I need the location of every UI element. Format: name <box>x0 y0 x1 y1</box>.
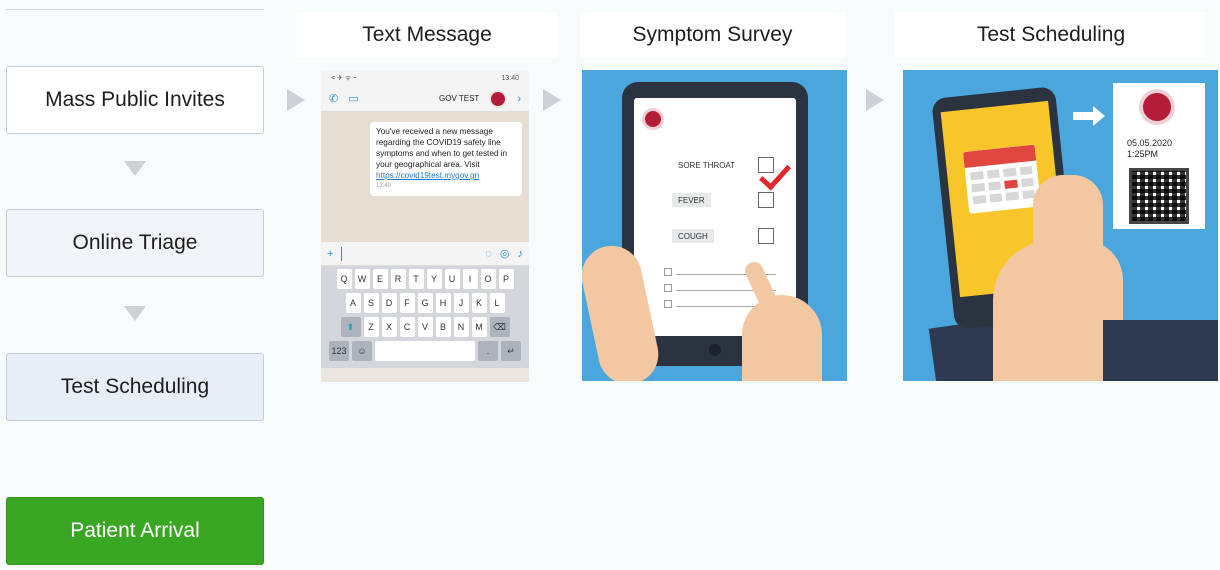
chat-area: You've received a new message regarding … <box>321 112 529 242</box>
home-button-icon <box>709 344 721 356</box>
message-link: https://covid19test.mygov.gn <box>376 171 480 180</box>
test-scheduling-illustration: 05.05.2020 1:25PM <box>903 70 1218 381</box>
symptom-survey-illustration: SORE THROAT FEVER COUGH <box>582 70 847 381</box>
step-label: Mass Public Invites <box>45 88 225 111</box>
step-label: Patient Arrival <box>70 519 200 542</box>
sleeve <box>1103 320 1218 381</box>
appointment-datetime: 05.05.2020 1:25PM <box>1127 138 1172 160</box>
keyboard-row-4: 123 ☺ . ↵ <box>324 341 526 361</box>
microphone-icon: ♪ <box>517 247 524 260</box>
emoji-key-icon: ☺ <box>352 341 372 361</box>
key: R <box>390 269 406 289</box>
phone-status-bar: < ✈ ᯤ ⁃ 13:40 <box>321 70 529 86</box>
key: E <box>372 269 388 289</box>
key: H <box>435 293 451 313</box>
key: P <box>498 269 514 289</box>
checkbox-icon <box>664 268 672 276</box>
camera-icon: ◎ <box>499 248 510 260</box>
key: V <box>417 317 433 337</box>
keyboard-row-2: A S D F G H J K L <box>324 293 526 313</box>
key: W <box>354 269 370 289</box>
survey-item-sore-throat: SORE THROAT <box>678 160 736 170</box>
step-label: Online Triage <box>72 231 198 254</box>
down-arrow-icon <box>124 161 146 176</box>
arrow-right-icon <box>1073 112 1095 120</box>
appointment-date: 05.05.2020 <box>1127 138 1173 148</box>
plus-icon: + <box>327 247 334 260</box>
calendar-icon <box>962 144 1042 214</box>
virus-logo-icon <box>642 108 664 130</box>
text-message-phone-screenshot: < ✈ ᯤ ⁃ 13:40 ✆ ▭ GOV TEST › You've rece… <box>321 70 529 382</box>
key: I <box>462 269 478 289</box>
key: Q <box>336 269 352 289</box>
column-title-text-message: Text Message <box>296 12 558 58</box>
step-test-scheduling: Test Scheduling <box>6 353 264 421</box>
sticker-icon: ◌ <box>485 247 492 260</box>
key: F <box>399 293 415 313</box>
key: G <box>417 293 433 313</box>
key: D <box>381 293 397 313</box>
appointment-time: 1:25PM <box>1127 149 1159 159</box>
chat-contact-name: GOV TEST <box>439 94 480 103</box>
numbers-key: 123 <box>329 341 349 361</box>
right-arrow-icon <box>866 89 884 111</box>
survey-item-fever: FEVER <box>672 193 711 207</box>
key: U <box>444 269 460 289</box>
checkbox-icon <box>664 300 672 308</box>
status-time: 13:40 <box>501 74 519 82</box>
return-key-icon: ↵ <box>501 341 521 361</box>
down-arrow-icon <box>124 306 146 321</box>
right-hand-icon <box>742 295 822 381</box>
message-text: You've received a new message regarding … <box>376 127 508 169</box>
chat-header: ✆ ▭ GOV TEST › <box>321 86 529 112</box>
step-label: Test Scheduling <box>60 375 210 398</box>
key: K <box>471 293 487 313</box>
key: O <box>480 269 496 289</box>
chevron-right-icon: › <box>517 92 521 105</box>
key: A <box>345 293 361 313</box>
qr-code-icon <box>1129 168 1189 224</box>
arrow-head-icon <box>1093 106 1105 126</box>
checkbox-icon <box>664 284 672 292</box>
checkbox-icon <box>758 192 774 208</box>
shift-key-icon: ⬆ <box>340 317 361 337</box>
survey-item-cough: COUGH <box>672 229 714 243</box>
step-online-triage: Online Triage <box>6 209 264 277</box>
right-arrow-icon <box>543 89 561 111</box>
key: L <box>489 293 505 313</box>
checkbox-icon <box>758 228 774 244</box>
key: X <box>381 317 397 337</box>
right-arrow-icon <box>287 89 305 111</box>
step-mass-public-invites: Mass Public Invites <box>6 66 264 134</box>
keyboard-row-3: ⬆ Z X C V B N M ⌫ <box>324 317 526 337</box>
message-bubble: You've received a new message regarding … <box>370 122 522 196</box>
key: M <box>471 317 487 337</box>
key: N <box>453 317 469 337</box>
step-patient-arrival: Patient Arrival <box>6 497 264 565</box>
backspace-key-icon: ⌫ <box>489 317 510 337</box>
message-input-bar: + ◌ ◎ ♪ <box>321 242 529 266</box>
key: Z <box>363 317 379 337</box>
message-time: 13:40 <box>376 183 392 189</box>
phone-call-icon: ✆ <box>329 93 339 105</box>
key: C <box>399 317 415 337</box>
top-divider <box>6 9 264 10</box>
space-key <box>375 341 475 361</box>
key: B <box>435 317 451 337</box>
key: S <box>363 293 379 313</box>
key: Y <box>426 269 442 289</box>
contact-avatar <box>489 89 508 108</box>
appointment-card: 05.05.2020 1:25PM <box>1113 83 1205 229</box>
status-indicators: < ✈ ᯤ ⁃ <box>331 74 357 82</box>
message-input <box>341 246 477 261</box>
virus-logo-icon <box>1139 89 1175 125</box>
column-title-symptom-survey: Symptom Survey <box>580 12 845 58</box>
video-call-icon: ▭ <box>348 93 359 105</box>
keyboard: Q W E R T Y U I O P A S D F G H J K L ⬆ … <box>321 266 529 368</box>
keyboard-row-1: Q W E R T Y U I O P <box>324 269 526 289</box>
column-title-test-scheduling: Test Scheduling <box>895 12 1207 58</box>
period-key: . <box>478 341 498 361</box>
key: T <box>408 269 424 289</box>
key: J <box>453 293 469 313</box>
